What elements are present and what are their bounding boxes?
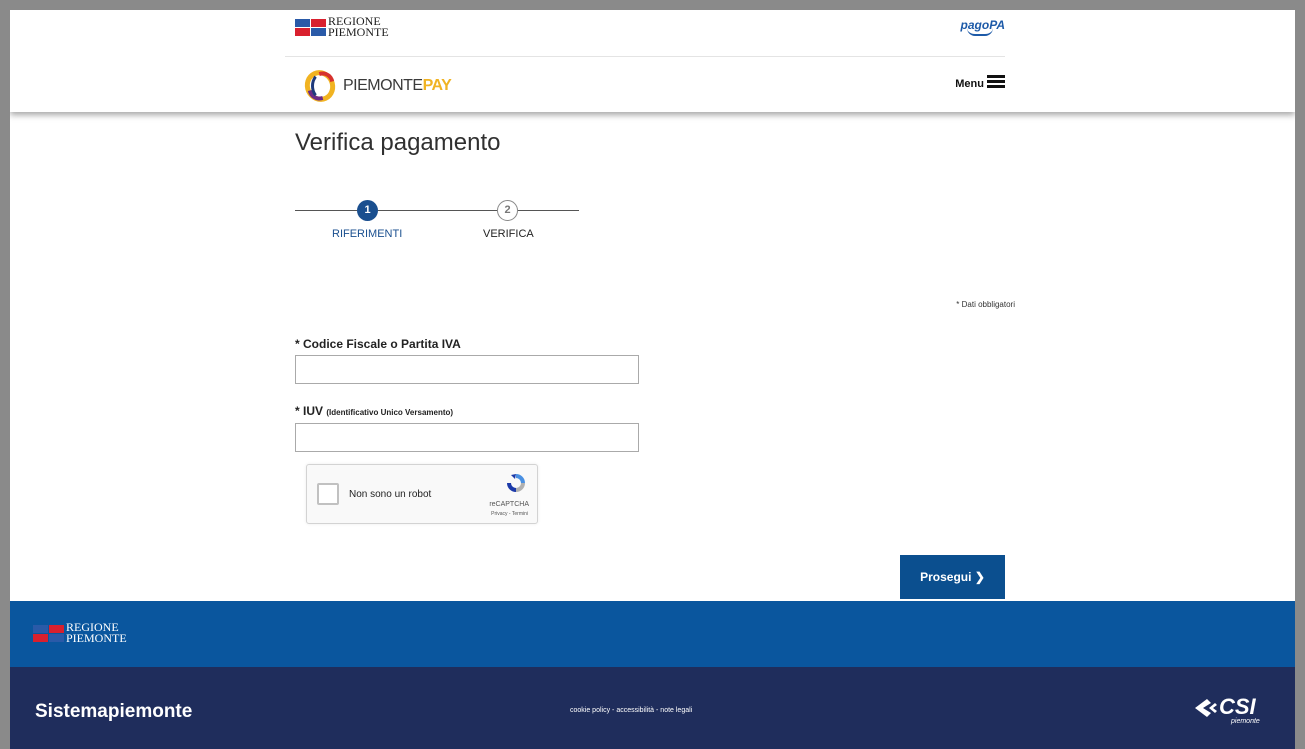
footer-bottom-bar: Sistemapiemonte cookie policy - accessib… [10,667,1295,749]
brand-main-text: PIEMONTE [343,77,423,94]
piemontepay-ring-icon [299,65,341,107]
csi-logo-text: CSI [1219,694,1256,719]
iuv-label: * IUV (Identificativo Unico Versamento) [295,404,453,418]
recaptcha-brand: reCAPTCHA [489,501,529,508]
recaptcha-checkbox[interactable] [317,483,339,505]
footer-regione-logo[interactable]: REGIONE PIEMONTE [33,621,127,645]
stepper-line [295,210,357,211]
step-2-circle: 2 [497,200,518,221]
iuv-input[interactable] [295,423,639,452]
hamburger-icon [987,75,1005,88]
header-top-bar: REGIONE PIEMONTE pagoPA [285,10,1005,57]
recaptcha-widget: Non sono un robot reCAPTCHA Privacy - Te… [306,464,538,524]
accessibilita-link[interactable]: accessibilità [616,707,654,714]
header-main-bar: PIEMONTEPAY Menu [285,57,1005,112]
codice-fiscale-label: * Codice Fiscale o Partita IVA [295,337,461,351]
sistemapiemonte-brand: Sistemapiemonte [35,701,193,722]
progress-stepper: 1 2 RIFERIMENTI VERIFICA [295,200,585,250]
note-legali-link[interactable]: note legali [660,707,692,714]
codice-fiscale-input[interactable] [295,355,639,384]
iuv-hint: (Identificativo Unico Versamento) [326,408,454,417]
menu-label: Menu [955,77,984,90]
stepper-line [518,210,579,211]
recaptcha-terms-link[interactable]: Privacy - Termini [491,511,528,517]
brand-accent-text: PAY [422,77,452,94]
page-title: Verifica pagamento [295,129,501,156]
menu-button[interactable]: Menu [955,75,1005,90]
step-1-label: RIFERIMENTI [332,228,403,240]
stepper-line [378,210,497,211]
csi-chevron-icon [1195,699,1217,717]
footer-regione-line2: PIEMONTE [66,631,127,645]
regione-flag-icon [295,18,326,36]
csi-piemonte-logo[interactable]: CSI piemonte [1195,694,1265,728]
pagopa-logo[interactable]: pagoPA [961,18,1005,36]
chevron-right-icon: ❯ [974,570,985,584]
cookie-policy-link[interactable]: cookie policy [570,707,610,714]
iuv-label-text: * IUV [295,404,324,418]
regione-piemonte-logo[interactable]: REGIONE PIEMONTE [295,15,389,39]
footer-links: cookie policy - accessibilità - note leg… [570,707,692,714]
step-1-circle: 1 [357,200,378,221]
footer-regione-bar: REGIONE PIEMONTE [10,601,1295,667]
regione-flag-icon [33,624,64,642]
prosegui-label: Prosegui [920,570,972,584]
regione-logo-line2: PIEMONTE [328,25,389,39]
site-header: REGIONE PIEMONTE pagoPA PIEMONTEPAY Menu [10,10,1295,112]
recaptcha-icon [507,474,525,492]
recaptcha-label: Non sono un robot [349,489,432,500]
csi-logo-subtext: piemonte [1231,718,1260,725]
page-frame: REGIONE PIEMONTE pagoPA PIEMONTEPAY Menu [10,10,1295,749]
piemontepay-logo[interactable]: PIEMONTEPAY [299,65,452,107]
prosegui-button[interactable]: Prosegui ❯ [900,555,1005,599]
required-fields-note: * Dati obbligatori [956,300,1015,309]
step-2-label: VERIFICA [483,228,534,240]
